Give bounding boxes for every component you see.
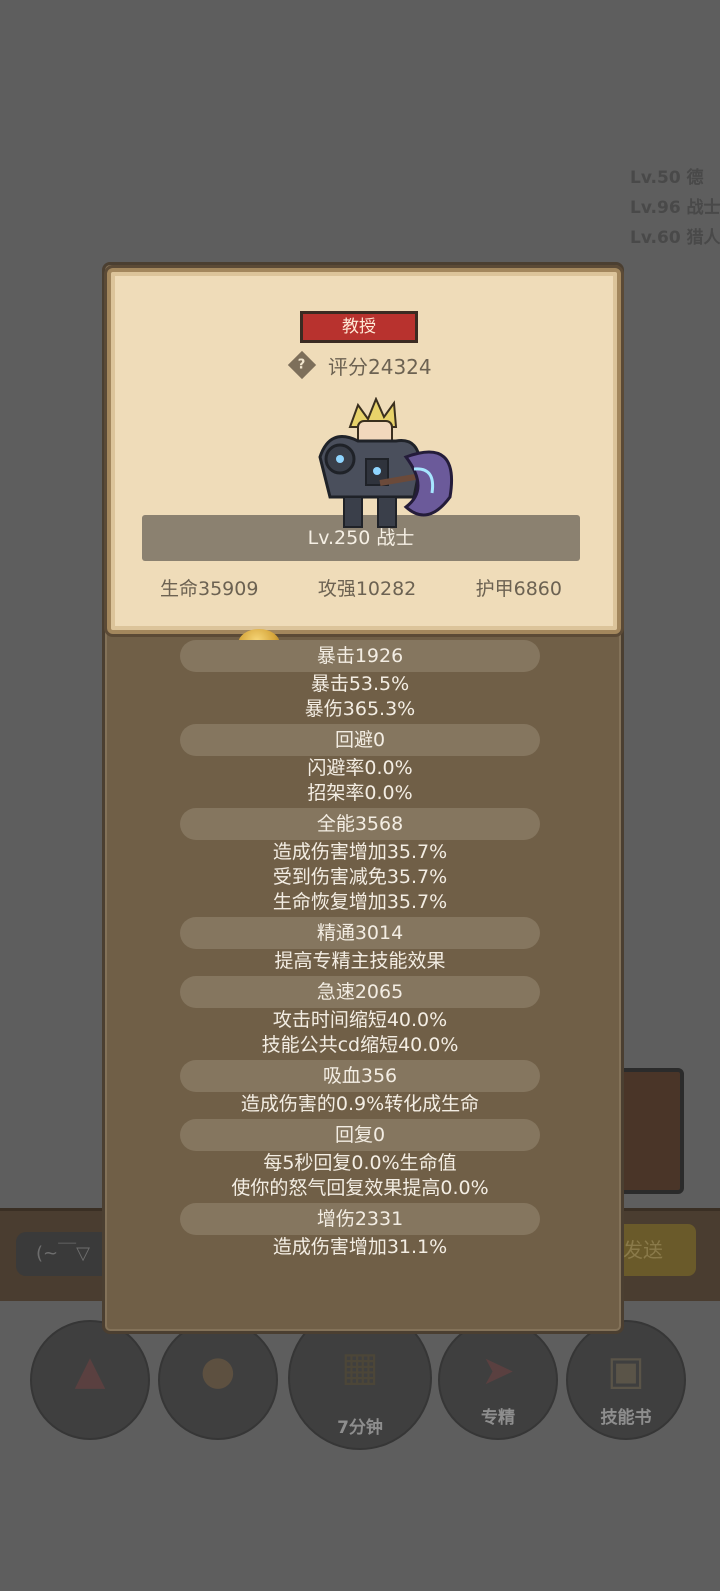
stat-line: 造成伤害的0.9%转化成生命: [240, 1093, 480, 1115]
stat-header-regen: 回复0: [180, 1119, 540, 1151]
stat-header-avoid: 回避0: [180, 724, 540, 756]
help-icon[interactable]: ?: [287, 350, 317, 380]
slot-specialize[interactable]: ➤ 专精: [438, 1320, 558, 1440]
battle-log-line: Lv.60 猎人: [630, 228, 720, 248]
bookshelf-icon: ▦: [341, 1343, 379, 1390]
stat-header-crit: 暴击1926: [180, 640, 540, 672]
stat-header-haste: 急速2065: [180, 976, 540, 1008]
stat-line: 生命恢复增加35.7%: [272, 891, 448, 913]
stat-line: 每5秒回复0.0%生命值: [263, 1152, 457, 1174]
stats-list: 暴击1926 暴击53.5% 暴伤365.3% 回避0 闪避率0.0% 招架率0…: [160, 638, 560, 1260]
rank-badge: 教授: [300, 311, 418, 343]
stat-line: 受到伤害减免35.7%: [272, 866, 448, 888]
stat-header-damage-boost: 增伤2331: [180, 1203, 540, 1235]
potion-icon: ▲: [74, 1347, 106, 1394]
slot-skillbook[interactable]: ▣ 技能书: [566, 1320, 686, 1440]
slot-label: 技能书: [600, 1408, 652, 1428]
armor-stat: 护甲6860: [475, 578, 562, 600]
slot-timer: 7分钟: [337, 1418, 383, 1438]
specialize-icon: ➤: [481, 1347, 515, 1394]
stat-line: 造成伤害增加31.1%: [272, 1236, 448, 1258]
skillbook-icon: ▣: [607, 1347, 645, 1394]
score-value: 评分24324: [328, 354, 432, 379]
bread-icon: ●: [200, 1347, 236, 1394]
stat-header-mastery: 精通3014: [180, 917, 540, 949]
level-class-label: Lv.250 战士: [307, 527, 415, 549]
stat-line: 技能公共cd缩短40.0%: [261, 1034, 459, 1056]
hp-stat: 生命35909: [160, 578, 259, 600]
stat-line: 暴击53.5%: [310, 673, 410, 695]
attack-stat: 攻强10282: [317, 578, 417, 600]
slot-bread[interactable]: ●: [158, 1320, 278, 1440]
shield-icon[interactable]: [618, 1068, 684, 1194]
stat-header-lifesteal: 吸血356: [180, 1060, 540, 1092]
stat-line: 暴伤365.3%: [304, 698, 416, 720]
stat-line: 招架率0.0%: [307, 782, 413, 804]
battle-log-line: Lv.50 德: [630, 168, 704, 188]
stat-line: 使你的怒气回复效果提高0.0%: [231, 1177, 489, 1199]
stat-line: 闪避率0.0%: [307, 757, 413, 779]
stat-header-versatility: 全能3568: [180, 808, 540, 840]
score-row: ? 评分24324: [287, 350, 432, 380]
battle-log-line: Lv.96 战士: [630, 198, 720, 218]
stat-line: 造成伤害增加35.7%: [272, 841, 448, 863]
stat-line: 攻击时间缩短40.0%: [272, 1009, 448, 1031]
slot-label: 专精: [481, 1408, 515, 1428]
slot-potion[interactable]: ▲: [30, 1320, 150, 1440]
stat-line: 提高专精主技能效果: [274, 950, 446, 972]
basic-stats-row: 生命35909 攻强10282 护甲6860: [142, 574, 580, 604]
